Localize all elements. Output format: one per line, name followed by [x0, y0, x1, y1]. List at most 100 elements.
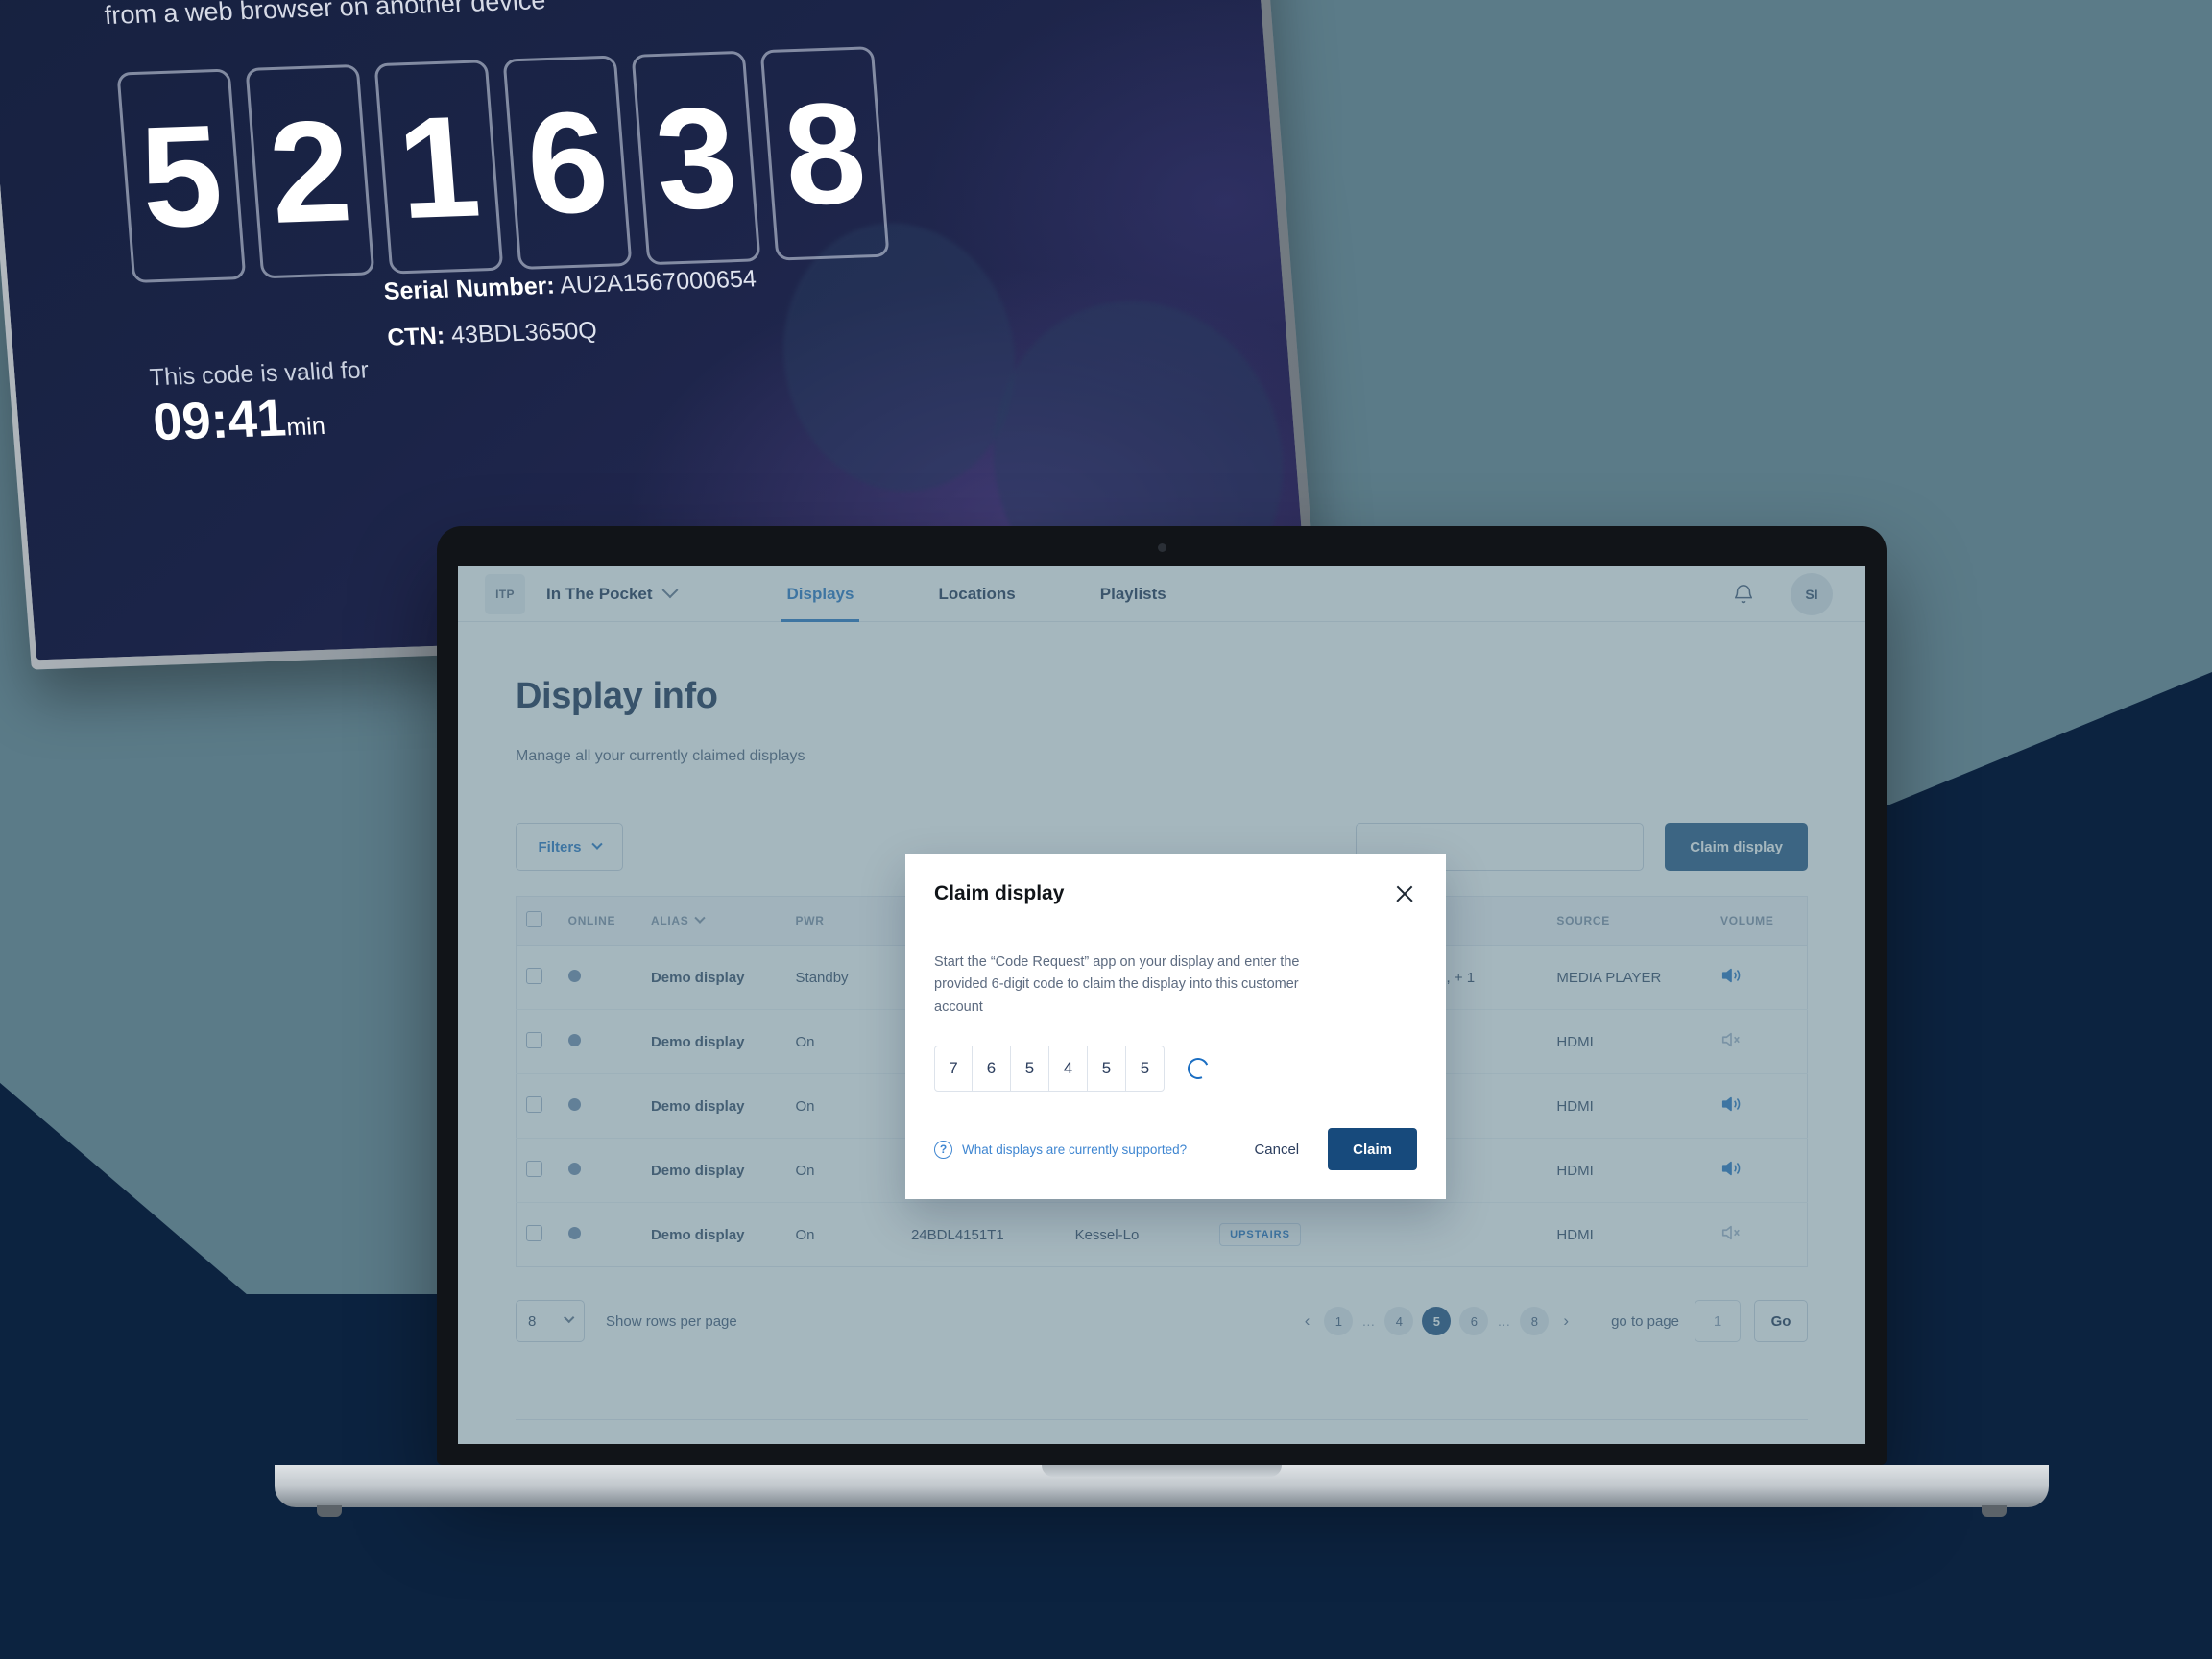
chevron-down-icon: [590, 838, 603, 850]
tv-ctn-label: CTN:: [386, 322, 446, 351]
row-volume-cell: [1711, 1138, 1808, 1203]
goto-page-label: go to page: [1611, 1312, 1679, 1330]
scene: To claim this display, go to wave.ppds.c…: [0, 0, 2212, 1659]
tv-code-digit: 2: [245, 63, 375, 279]
chevron-down-icon[interactable]: [661, 581, 679, 598]
laptop-foot-right: [1982, 1505, 2007, 1517]
column-alias[interactable]: ALIAS: [640, 896, 786, 946]
volume-on-icon[interactable]: [1720, 1096, 1742, 1118]
modal-cancel-button[interactable]: Cancel: [1237, 1142, 1316, 1158]
row-playlist: [1345, 1203, 1548, 1267]
select-all-checkbox[interactable]: [526, 911, 542, 927]
laptop-mockup: ITP In The Pocket Displays Locations Pla…: [275, 526, 2049, 1517]
volume-muted-icon[interactable]: [1720, 1032, 1742, 1053]
volume-on-icon[interactable]: [1720, 968, 1742, 989]
row-select-cell: [516, 945, 559, 1010]
tv-metadata: Serial Number: AU2A1567000654 CTN: 43BDL…: [382, 256, 761, 360]
primary-nav: Displays Locations Playlists: [745, 566, 1209, 622]
page-button-5[interactable]: 5: [1422, 1307, 1452, 1335]
table-row[interactable]: Demo display On 24BDL4151T1 Kessel-Lo UP…: [517, 1203, 1808, 1267]
row-pwr: On: [795, 1226, 815, 1243]
row-volume-cell: [1711, 945, 1808, 1010]
supported-displays-link[interactable]: ? What displays are currently supported?: [934, 1140, 1187, 1159]
page-ellipsis: …: [1497, 1313, 1512, 1329]
row-volume-cell: [1711, 1203, 1807, 1267]
org-name-label: In The Pocket: [546, 584, 653, 603]
row-pwr: On: [785, 1009, 902, 1074]
tv-code-digit: 6: [502, 55, 633, 270]
row-source: HDMI: [1547, 1138, 1712, 1203]
row-source: HDMI: [1547, 1009, 1712, 1074]
code-digit-3[interactable]: 5: [1011, 1046, 1049, 1093]
row-online-cell: [558, 1009, 641, 1074]
row-checkbox[interactable]: [526, 1095, 542, 1113]
nav-item-playlists[interactable]: Playlists: [1058, 566, 1209, 622]
column-alias-label: ALIAS: [650, 914, 689, 927]
page-title: Display info: [516, 676, 718, 716]
code-digit-4[interactable]: 4: [1049, 1046, 1088, 1093]
status-dot-online: [567, 1162, 581, 1175]
nav-right-cluster: SI: [1733, 572, 1833, 615]
chevron-down-icon: [694, 912, 707, 924]
row-online-cell: [558, 1073, 641, 1139]
page-button-1[interactable]: 1: [1324, 1307, 1354, 1335]
code-digit-6[interactable]: 5: [1126, 1046, 1165, 1093]
row-pwr: On: [785, 1138, 902, 1203]
tag-badge[interactable]: UPSTAIRS: [1219, 1223, 1301, 1246]
page-button-6[interactable]: 6: [1459, 1307, 1489, 1335]
code-digit-2[interactable]: 6: [973, 1046, 1011, 1093]
row-checkbox[interactable]: [526, 1031, 542, 1048]
nav-item-displays[interactable]: Displays: [745, 566, 897, 622]
row-select-cell: [516, 1009, 559, 1074]
page-button-4[interactable]: 4: [1384, 1307, 1414, 1335]
bell-icon[interactable]: [1733, 583, 1754, 606]
row-alias: Demo display: [640, 945, 786, 1010]
page-button-8[interactable]: 8: [1520, 1307, 1550, 1335]
code-digit-1[interactable]: 7: [934, 1046, 973, 1093]
column-select-all: [516, 896, 559, 946]
volume-muted-icon[interactable]: [1720, 1225, 1742, 1246]
tv-ctn-value: 43BDL3650Q: [450, 316, 598, 349]
tv-serial-value: AU2A1567000654: [559, 265, 757, 300]
column-pwr: PWR: [785, 896, 902, 946]
code-digit-5[interactable]: 5: [1088, 1046, 1126, 1093]
top-navigation-bar: ITP In The Pocket Displays Locations Pla…: [458, 566, 1865, 622]
row-checkbox[interactable]: [526, 1224, 542, 1241]
claim-display-button[interactable]: Claim display: [1665, 823, 1808, 871]
column-volume: VOLUME: [1711, 896, 1808, 946]
rows-per-page-select[interactable]: 8: [516, 1300, 585, 1342]
laptop-base: [275, 1465, 2049, 1517]
claim-display-modal: Claim display Start the “Code Request” a…: [905, 854, 1446, 1200]
filters-button[interactable]: Filters: [516, 823, 623, 871]
row-volume-cell: [1711, 1009, 1808, 1074]
volume-on-icon[interactable]: [1720, 1161, 1742, 1182]
goto-page-input[interactable]: 1: [1695, 1300, 1741, 1342]
status-dot-online: [567, 1097, 581, 1111]
laptop-foot-left: [317, 1505, 342, 1517]
row-online-cell: [558, 945, 641, 1010]
chevron-right-icon[interactable]: ›: [1557, 1311, 1575, 1331]
row-select-cell: [516, 1138, 559, 1203]
chevron-left-icon[interactable]: ‹: [1299, 1311, 1316, 1331]
user-avatar[interactable]: SI: [1791, 572, 1833, 615]
modal-claim-button[interactable]: Claim: [1328, 1128, 1417, 1171]
tv-code-digit: 1: [373, 60, 504, 275]
status-dot-online: [567, 1033, 581, 1046]
row-alias: Demo display: [650, 1226, 745, 1243]
status-dot-online: [567, 969, 581, 982]
row-checkbox[interactable]: [526, 1160, 542, 1177]
row-source: HDMI: [1547, 1073, 1712, 1139]
claim-code-entry: 7 6 5 4 5 5: [934, 1046, 1417, 1093]
nav-item-locations[interactable]: Locations: [896, 566, 1057, 622]
laptop-lid: ITP In The Pocket Displays Locations Pla…: [437, 526, 1887, 1465]
close-icon[interactable]: [1392, 881, 1417, 906]
tv-countdown-unit: min: [285, 413, 326, 442]
row-pwr: Standby: [785, 945, 902, 1010]
row-select-cell: [516, 1073, 559, 1139]
org-avatar-chip[interactable]: ITP: [485, 573, 525, 614]
tv-countdown-timer: 09:41min: [151, 387, 326, 452]
modal-body: Start the “Code Request” app on your dis…: [905, 926, 1446, 1093]
row-checkbox[interactable]: [526, 967, 542, 984]
go-button[interactable]: Go: [1754, 1300, 1808, 1342]
rows-per-page-label: Show rows per page: [606, 1312, 737, 1330]
